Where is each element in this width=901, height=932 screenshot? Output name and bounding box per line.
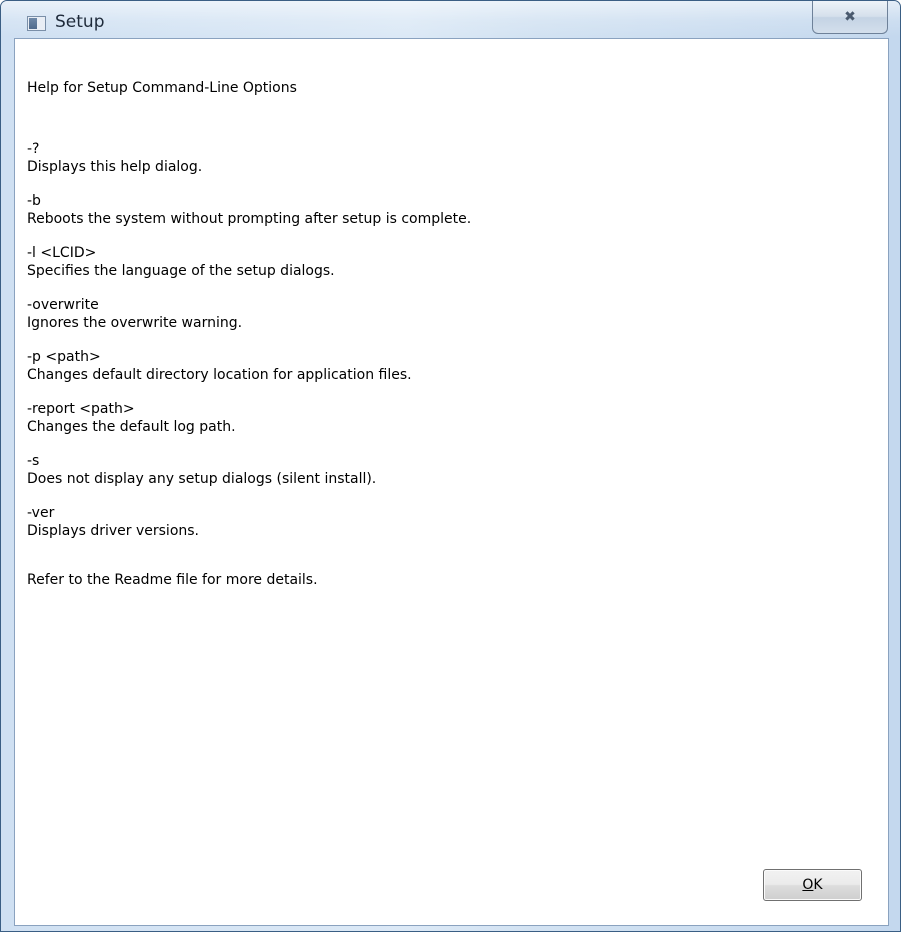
option-switch: -overwrite — [27, 297, 99, 313]
option-description: Reboots the system without prompting aft… — [27, 211, 472, 227]
option-description: Changes the default log path. — [27, 419, 236, 435]
close-icon: ✖ — [844, 9, 856, 25]
option-switch: -ver — [27, 505, 55, 521]
option-switch: -b — [27, 193, 41, 209]
ok-label-rest: K — [813, 877, 823, 893]
ok-button-label: OK — [802, 877, 822, 893]
setup-window-icon — [27, 16, 46, 31]
ok-mnemonic: O — [802, 877, 814, 893]
options-list: -? Displays this help dialog. -b Reboots th… — [27, 140, 471, 540]
option-description: Does not display any setup dialogs (sile… — [27, 471, 377, 487]
option-item: -b Reboots the system without prompting a… — [27, 192, 471, 228]
option-description: Specifies the language of the setup dial… — [27, 263, 335, 279]
option-description: Changes default directory location for a… — [27, 367, 412, 383]
title-bar[interactable]: Setup ✖ — [1, 1, 900, 37]
option-item: -l <LCID> Specifies the language of the s… — [27, 244, 471, 280]
option-item: -s Does not display any setup dialogs (si… — [27, 452, 471, 488]
option-item: -overwrite Ignores the overwrite warning. — [27, 296, 471, 332]
readme-note: Refer to the Readme file for more detail… — [27, 572, 318, 588]
option-description: Displays this help dialog. — [27, 159, 203, 175]
option-item: -ver Displays driver versions. — [27, 504, 471, 540]
option-switch: -p <path> — [27, 349, 101, 365]
close-button[interactable]: ✖ — [812, 1, 888, 34]
option-item: -? Displays this help dialog. — [27, 140, 471, 176]
window-title: Setup — [55, 12, 105, 32]
option-switch: -report <path> — [27, 401, 135, 417]
help-text: Help for Setup Command-Line Options -? Di… — [27, 79, 471, 589]
option-item: -report <path> Changes the default log pa… — [27, 400, 471, 436]
option-description: Displays driver versions. — [27, 523, 200, 539]
option-switch: -? — [27, 141, 40, 157]
option-switch: -s — [27, 453, 40, 469]
help-heading: Help for Setup Command-Line Options — [27, 80, 297, 96]
option-switch: -l <LCID> — [27, 245, 97, 261]
option-description: Ignores the overwrite warning. — [27, 315, 243, 331]
option-item: -p <path> Changes default directory locat… — [27, 348, 471, 384]
dialog-client-area: Help for Setup Command-Line Options -? Di… — [14, 38, 889, 926]
setup-window: Setup ✖ Help for Setup Command-Line Opti… — [0, 0, 901, 932]
ok-button[interactable]: OK — [763, 869, 862, 901]
